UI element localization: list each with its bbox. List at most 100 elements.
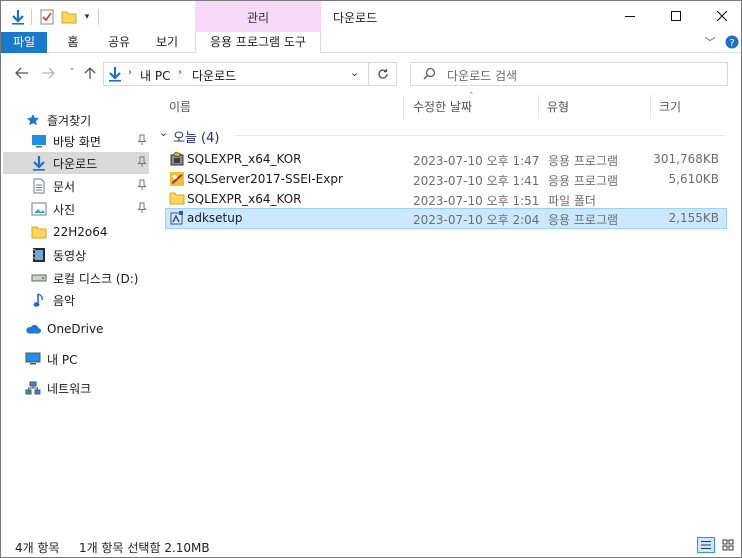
sidebar-item-network[interactable]: 네트워크	[3, 377, 149, 399]
maximize-button[interactable]	[653, 1, 699, 31]
picture-icon	[31, 201, 47, 217]
file-size: 5,610KB	[668, 172, 719, 186]
help-icon[interactable]: ?	[723, 32, 741, 53]
sidebar-item-pictures[interactable]: 사진	[3, 198, 149, 220]
file-list: 이름 수정한 날짜 ˄ 유형 크기 ⌄ 오늘 (4) SQLEXPR_x64_K…	[153, 92, 741, 523]
table-row[interactable]: SQLServer2017-SSEI-Expr 2023-07-10 오후 1:…	[165, 169, 727, 189]
table-row[interactable]: SQLEXPR_x64_KOR 2023-07-10 오후 1:47 응용 프로…	[165, 149, 727, 169]
breadcrumb-downloads[interactable]: 다운로드	[192, 67, 236, 84]
file-name: SQLEXPR_x64_KOR	[187, 152, 302, 166]
sidebar-item-videos[interactable]: 동영상	[3, 244, 149, 266]
address-row: ˅ › 내 PC › 다운로드 ⌄ 다운로드 검색	[1, 54, 741, 92]
sidebar-item-desktop[interactable]: 바탕 화면	[3, 130, 149, 152]
refresh-button[interactable]	[369, 62, 397, 86]
sidebar-item-label: 음악	[53, 293, 76, 308]
navigation-pane: 즐겨찾기 바탕 화면 다운로드 문서 사진 22H2o64 동영상 로컬 디스크…	[1, 93, 153, 523]
sidebar-item-label: 바탕 화면	[53, 134, 101, 149]
file-type: 응용 프로그램	[548, 174, 619, 188]
large-icons-view-button[interactable]	[719, 537, 737, 553]
recent-locations-icon[interactable]: ˅	[63, 64, 81, 82]
sql-setup-icon	[169, 171, 185, 190]
download-icon	[31, 155, 47, 171]
breadcrumb-chevron-icon: ›	[128, 67, 132, 78]
tab-app-tools[interactable]: 응용 프로그램 도구	[195, 32, 321, 53]
computer-icon	[25, 351, 41, 367]
table-row[interactable]: SQLEXPR_x64_KOR 2023-07-10 오후 1:51 파일 폴더	[165, 189, 727, 209]
file-modified: 2023-07-10 오후 1:51	[413, 194, 540, 208]
installer-icon	[169, 151, 185, 170]
quick-access-down-icon[interactable]	[9, 8, 27, 26]
address-bar[interactable]: › 내 PC › 다운로드 ⌄	[103, 62, 369, 86]
expand-ribbon-icon[interactable]: ﹀	[701, 32, 719, 53]
explorer-window: ▾ 관리 다운로드 파일 홈 공유 보기 응용 프로그램 도구 ﹀ ? ˅ › …	[0, 0, 742, 558]
sidebar-item-label: 다운로드	[53, 156, 98, 171]
breadcrumb-this-pc[interactable]: 내 PC	[140, 67, 170, 84]
sidebar-item-this-pc[interactable]: 내 PC	[3, 348, 149, 370]
column-size[interactable]: 크기	[659, 95, 681, 119]
selection-info: 1개 항목 선택함 2.10MB	[79, 541, 210, 555]
sidebar-item-documents[interactable]: 문서	[3, 175, 149, 197]
breadcrumb-chevron-icon: ›	[178, 67, 182, 78]
search-box[interactable]: 다운로드 검색	[410, 62, 728, 86]
minimize-button[interactable]	[607, 1, 653, 31]
properties-icon[interactable]	[38, 8, 56, 26]
sidebar-item-onedrive[interactable]: OneDrive	[3, 318, 149, 340]
close-button[interactable]	[699, 1, 742, 31]
file-modified: 2023-07-10 오후 1:41	[413, 174, 540, 188]
setup-icon	[169, 210, 185, 229]
tab-view[interactable]: 보기	[149, 32, 185, 53]
status-bar: 4개 항목 1개 항목 선택함 2.10MB	[1, 533, 741, 557]
table-row-selected[interactable]: adksetup 2023-07-10 오후 2:04 응용 프로그램 2,15…	[165, 208, 727, 229]
column-name[interactable]: 이름	[169, 95, 191, 119]
pin-icon	[137, 179, 147, 191]
column-separator[interactable]	[403, 95, 404, 119]
desktop-icon	[31, 133, 47, 149]
sidebar-item-label: OneDrive	[47, 322, 104, 336]
sidebar-item-local-disk-d[interactable]: 로컬 디스크 (D:)	[3, 267, 149, 289]
group-header[interactable]: ⌄ 오늘 (4)	[159, 126, 729, 146]
column-modified[interactable]: 수정한 날짜	[413, 95, 472, 119]
title-bar: ▾ 관리 다운로드	[1, 1, 742, 52]
pin-icon	[137, 156, 147, 168]
qa-divider	[98, 9, 99, 25]
document-icon	[31, 178, 47, 194]
sidebar-item-music[interactable]: 음악	[3, 289, 149, 311]
sidebar-item-22h2o64[interactable]: 22H2o64	[3, 221, 149, 243]
forward-button[interactable]	[39, 64, 57, 82]
new-folder-icon[interactable]	[60, 8, 78, 26]
music-icon	[31, 292, 47, 308]
sidebar-item-label: 내 PC	[47, 352, 78, 367]
pin-icon	[137, 202, 147, 214]
cloud-icon	[25, 321, 41, 337]
back-button[interactable]	[13, 64, 31, 82]
sidebar-item-downloads[interactable]: 다운로드	[3, 152, 149, 174]
sidebar-item-label: 네트워크	[47, 381, 92, 396]
address-dropdown-icon[interactable]: ⌄	[350, 66, 359, 79]
tab-file[interactable]: 파일	[1, 32, 47, 53]
tab-share[interactable]: 공유	[101, 32, 137, 53]
tab-home[interactable]: 홈	[59, 32, 87, 53]
file-name: SQLEXPR_x64_KOR	[187, 192, 302, 206]
column-separator[interactable]	[650, 95, 651, 119]
column-separator[interactable]	[538, 95, 539, 119]
file-name: adksetup	[187, 211, 243, 225]
network-icon	[25, 380, 41, 396]
column-type[interactable]: 유형	[547, 95, 569, 119]
sidebar-item-label: 문서	[53, 179, 76, 194]
video-icon	[31, 247, 47, 263]
sidebar-item-quick-access[interactable]: 즐겨찾기	[3, 109, 149, 131]
sidebar-item-label: 22H2o64	[53, 225, 108, 239]
context-group-label: 관리	[246, 11, 270, 25]
up-button[interactable]	[81, 64, 99, 82]
star-icon	[25, 112, 41, 128]
window-title: 다운로드	[333, 11, 378, 25]
search-placeholder: 다운로드 검색	[447, 69, 518, 83]
sidebar-item-label: 로컬 디스크 (D:)	[53, 271, 139, 286]
file-modified: 2023-07-10 오후 2:04	[413, 213, 540, 227]
customize-qa-icon[interactable]: ▾	[81, 8, 93, 26]
item-count: 4개 항목	[15, 541, 60, 555]
drive-icon	[31, 270, 47, 286]
sidebar-item-label: 사진	[53, 202, 76, 217]
file-type: 파일 폴더	[548, 194, 596, 208]
details-view-button[interactable]	[697, 537, 715, 553]
